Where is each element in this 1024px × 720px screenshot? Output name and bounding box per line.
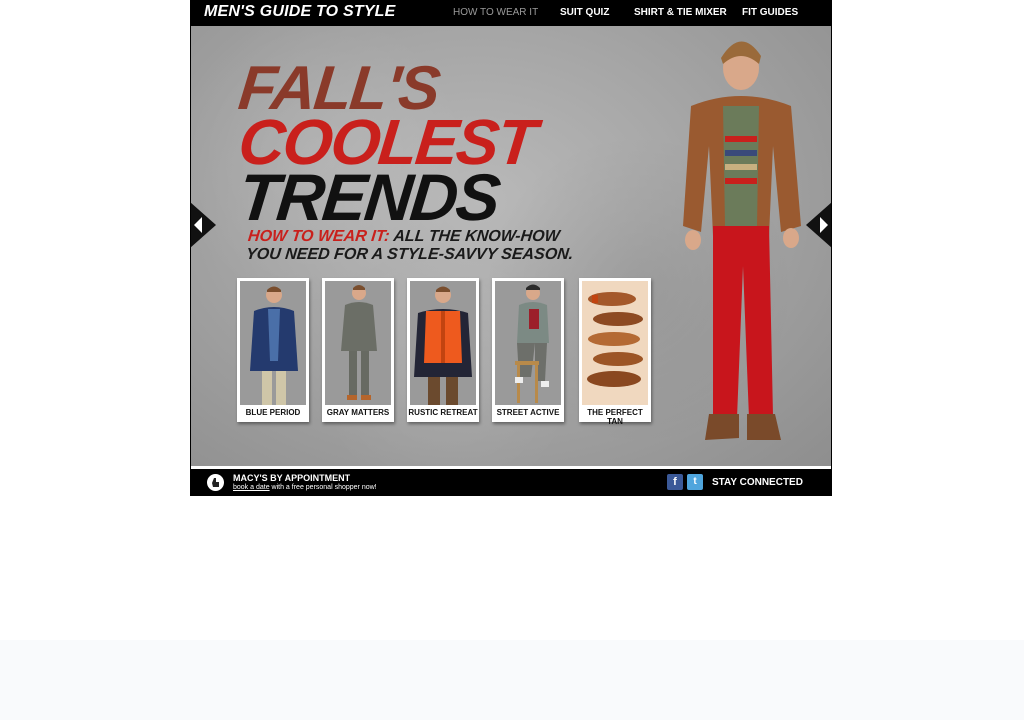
card-the-perfect-tan[interactable]: THE PERFECT TAN [579, 278, 651, 426]
perfect-tan-photo [582, 281, 648, 405]
page-bottom-fade [0, 640, 1024, 720]
gray-matters-photo [325, 281, 391, 405]
card-label: BLUE PERIOD [245, 408, 301, 417]
hero-banner: FALL'S COOLEST TRENDS HOW TO WEAR IT: AL… [191, 26, 831, 466]
book-a-date-link[interactable]: book a date [233, 484, 270, 491]
style-guide-frame: MEN'S GUIDE TO STYLE HOW TO WEAR IT SUIT… [190, 0, 832, 496]
card-street-active[interactable]: STREET ACTIVE [492, 278, 564, 422]
card-blue-period[interactable]: BLUE PERIOD [237, 278, 309, 422]
card-label: STREET ACTIVE [496, 408, 560, 417]
facebook-icon[interactable]: f [667, 474, 683, 490]
nav-how-to-wear-it[interactable]: HOW TO WEAR IT [453, 7, 538, 18]
footer-bar: MACY'S BY APPOINTMENT book a date with a… [190, 469, 832, 496]
hero-tagline: HOW TO WEAR IT: ALL THE KNOW-HOW YOU NEE… [245, 228, 576, 264]
twitter-icon[interactable]: t [687, 474, 703, 490]
hand-pointer-icon [207, 474, 224, 491]
tagline-rest-2: YOU NEED FOR A STYLE-SAVVY SEASON. [245, 246, 575, 263]
card-rustic-retreat[interactable]: RUSTIC RETREAT [407, 278, 479, 422]
headline-line-3: TRENDS [235, 160, 503, 234]
prev-arrow-icon[interactable] [191, 202, 216, 248]
street-active-photo [495, 281, 561, 405]
rustic-retreat-photo [410, 281, 476, 405]
nav-fit-guides[interactable]: FIT GUIDES [742, 7, 798, 18]
appointment-rest: with a free personal shopper now! [269, 484, 377, 491]
card-label: GRAY MATTERS [326, 408, 390, 417]
card-label: THE PERFECT TAN [587, 408, 643, 426]
brand-title[interactable]: MEN'S GUIDE TO STYLE [204, 3, 396, 21]
tagline-red: HOW TO WEAR IT: [247, 228, 391, 245]
blue-period-photo [240, 281, 306, 405]
nav-shirt-tie-mixer[interactable]: SHIRT & TIE MIXER [634, 7, 727, 18]
stay-connected-link[interactable]: STAY CONNECTED [712, 477, 803, 488]
card-label: RUSTIC RETREAT [408, 408, 478, 417]
featured-model-image [683, 41, 801, 440]
nav-suit-quiz[interactable]: SUIT QUIZ [560, 7, 609, 18]
top-nav-bar: MEN'S GUIDE TO STYLE HOW TO WEAR IT SUIT… [190, 0, 832, 26]
card-gray-matters[interactable]: GRAY MATTERS [322, 278, 394, 422]
appointment-subtitle: book a date with a free personal shopper… [233, 484, 377, 491]
tagline-rest-1: ALL THE KNOW-HOW [388, 228, 561, 245]
appointment-title: MACY'S BY APPOINTMENT [233, 473, 351, 483]
